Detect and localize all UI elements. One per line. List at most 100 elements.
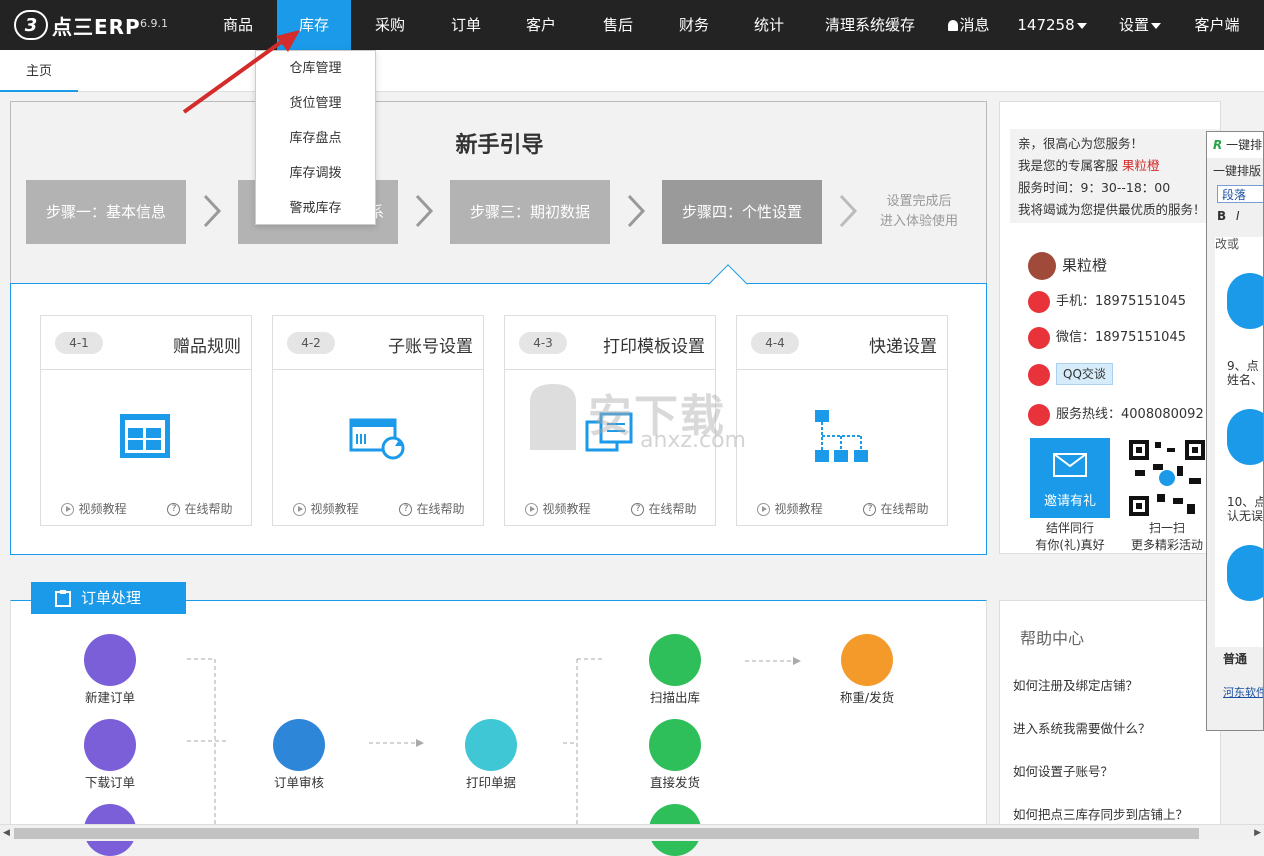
card-gift-rules[interactable]: 4-1 赠品规则 视频教程 ? 在线帮助 (40, 315, 252, 526)
order-processing-tab[interactable]: 订单处理 (31, 582, 186, 614)
tab-normal[interactable]: 普通 (1223, 650, 1247, 667)
nav-item-finance[interactable]: 财务 (666, 0, 722, 50)
scrollbar-thumb[interactable] (14, 828, 1199, 839)
online-help-link[interactable]: ? 在线帮助 (631, 500, 697, 517)
phone-icon (1028, 290, 1050, 313)
qr-caption-line1: 扫一扫 (1148, 521, 1185, 535)
app-logo[interactable]: 3 点三ERP (14, 10, 141, 40)
popup-label: 一键排版 (1213, 164, 1262, 178)
nav-item-client[interactable]: 客户端 (1186, 0, 1248, 50)
question-icon: ? (863, 503, 877, 516)
online-help-label: 在线帮助 (880, 502, 929, 516)
video-tutorial-link[interactable]: 视频教程 (525, 500, 591, 517)
qr-caption: 扫一扫 更多精彩活动 (1117, 520, 1217, 554)
nav-item-purchase[interactable]: 采购 (362, 0, 418, 50)
envelope-icon (1053, 453, 1087, 477)
qr-caption-line2: 更多精彩活动 (1130, 538, 1203, 552)
video-tutorial-label: 视频教程 (310, 502, 359, 516)
wechat-row: 微信：18975151045 (1028, 325, 1186, 351)
scale-icon[interactable] (841, 634, 893, 686)
online-help-link[interactable]: ? 在线帮助 (399, 500, 465, 517)
popup-titlebar[interactable]: R 一键排 (1207, 132, 1263, 158)
qq-icon (1028, 363, 1050, 386)
step-3[interactable]: 步骤三：期初数据 (450, 180, 610, 244)
card-title: 子账号设置 (388, 337, 473, 357)
app-r-icon: R (1213, 138, 1223, 152)
greeting-line2-text: 我是您的专属客服 (1018, 158, 1122, 173)
qq-chat-button[interactable]: QQ交谈 (1056, 363, 1113, 385)
play-icon (61, 503, 75, 516)
help-link[interactable]: 如何把点三库存同步到店铺上？ (1013, 804, 1188, 823)
agent-name: 果粒橙 (1062, 256, 1108, 275)
menu-item-stocktake[interactable]: 库存盘点 (256, 121, 375, 156)
online-help-link[interactable]: ? 在线帮助 (167, 500, 233, 517)
menu-item-transfer[interactable]: 库存调拨 (256, 156, 375, 191)
chevron-down-icon (1151, 22, 1161, 29)
tab-home[interactable]: 主页 (0, 50, 78, 92)
nav-item-messages[interactable]: 消息 (940, 0, 998, 50)
card-title: 赠品规则 (173, 337, 241, 357)
popup-link[interactable]: 河东软件 (1223, 684, 1263, 700)
help-link[interactable]: 进入系统我需要做什么？ (1013, 718, 1151, 737)
guide-title: 新手引导 (455, 133, 544, 158)
horizontal-scrollbar[interactable]: ◀ ▶ (0, 824, 1264, 841)
card-header: 4-4 快递设置 (737, 316, 947, 370)
help-center-panel: 帮助中心 如何注册及绑定店铺？ 进入系统我需要做什么？ 如何设置子账号？ 如何把… (999, 600, 1221, 830)
help-center-title: 帮助中心 (1020, 629, 1085, 648)
video-tutorial-label: 视频教程 (78, 502, 127, 516)
new-order-icon[interactable] (84, 634, 136, 686)
card-express-settings[interactable]: 4-4 快递设置 视频教程 ? 在线帮助 (736, 315, 948, 526)
content-image-icon (1227, 545, 1263, 601)
content-text: 改或 (1215, 237, 1240, 251)
bold-button[interactable]: B (1217, 209, 1226, 223)
qq-row: QQ交谈 (1028, 362, 1113, 388)
help-link[interactable]: 如何设置子账号？ (1013, 761, 1113, 780)
bell-icon (948, 20, 959, 31)
nav-item-customers[interactable]: 客户 (513, 0, 569, 50)
step-1[interactable]: 步骤一：基本信息 (26, 180, 186, 244)
invite-caption-line1: 结伴同行 (1045, 521, 1094, 535)
question-icon: ? (167, 503, 181, 516)
step-detail-panel: 4-1 赠品规则 视频教程 ? 在线帮助 4-2 子账号设置 视频教程 ? 在线… (10, 264, 987, 555)
chevron-right-icon (415, 194, 434, 228)
online-help-link[interactable]: ? 在线帮助 (863, 500, 929, 517)
nav-item-orders[interactable]: 订单 (438, 0, 494, 50)
format-toolbar: B I (1217, 209, 1263, 223)
help-link[interactable]: 如何注册及绑定店铺？ (1013, 675, 1138, 694)
video-tutorial-link[interactable]: 视频教程 (757, 500, 823, 517)
card-badge: 4-3 (519, 332, 567, 354)
download-order-icon[interactable] (84, 719, 136, 771)
video-tutorial-link[interactable]: 视频教程 (61, 500, 127, 517)
question-icon: ? (631, 503, 645, 516)
step-4[interactable]: 步骤四：个性设置 (662, 180, 822, 244)
direct-ship-icon[interactable] (649, 719, 701, 771)
scroll-right-icon[interactable]: ▶ (1254, 828, 1261, 838)
video-tutorial-label: 视频教程 (774, 502, 823, 516)
italic-button[interactable]: I (1236, 209, 1240, 223)
print-docs-label: 打印单据 (465, 775, 516, 790)
print-docs-icon[interactable] (465, 719, 517, 771)
scan-out-icon[interactable] (649, 634, 701, 686)
menu-item-alert-stock[interactable]: 警戒库存 (256, 191, 375, 226)
nav-item-aftersales[interactable]: 售后 (590, 0, 646, 50)
nav-item-clear-cache[interactable]: 清理系统缓存 (817, 0, 923, 50)
invite-label: 邀请有礼 (1043, 494, 1096, 509)
chevron-right-icon (627, 194, 646, 228)
watermark-shield-icon (530, 384, 576, 450)
invite-button[interactable]: 邀请有礼 (1030, 438, 1110, 518)
card-sub-accounts[interactable]: 4-2 子账号设置 视频教程 ? 在线帮助 (272, 315, 484, 526)
scroll-left-icon[interactable]: ◀ (3, 828, 10, 838)
order-review-icon[interactable] (273, 719, 325, 771)
content-image-icon (1227, 409, 1263, 465)
video-tutorial-link[interactable]: 视频教程 (293, 500, 359, 517)
nav-item-user[interactable]: 147258 (1012, 0, 1092, 50)
clipboard-icon (55, 590, 71, 607)
card-header: 4-1 赠品规则 (41, 316, 251, 370)
flow-connectors (187, 657, 801, 831)
card-title: 快递设置 (869, 337, 937, 357)
nav-item-statistics[interactable]: 统计 (741, 0, 797, 50)
style-select[interactable]: 段落 (1217, 185, 1263, 203)
messages-label: 消息 (959, 16, 990, 34)
nav-item-settings[interactable]: 设置 (1110, 0, 1170, 50)
content-text: 姓名、 (1227, 373, 1264, 387)
